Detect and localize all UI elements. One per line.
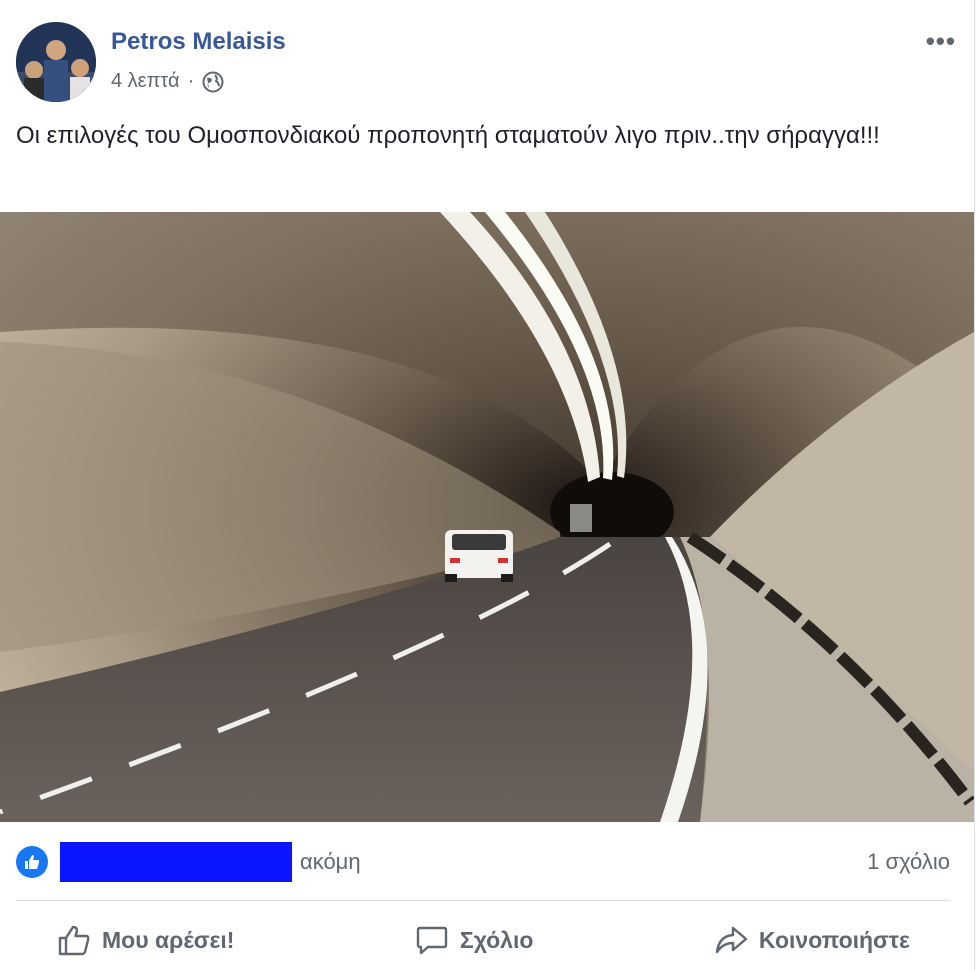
author-name[interactable]: Petros Melaisis — [111, 28, 286, 56]
share-arrow-icon — [715, 926, 748, 954]
share-button[interactable]: Κοινοποιήστε — [673, 922, 950, 958]
meta-separator: · — [187, 70, 195, 92]
post-text: Οι επιλογές του Ομοσπονδιακού προπονητή … — [16, 122, 880, 149]
post-time[interactable]: 4 λεπτά — [111, 70, 180, 93]
reactions-bar: ακόμη 1 σχόλιο — [16, 838, 950, 886]
comment-label: Σχόλιο — [459, 926, 534, 953]
post-photo-tunnel[interactable] — [0, 212, 974, 822]
post-actions: Μου αρέσει! Σχόλιο Κοινοποιήστε — [16, 912, 950, 968]
reactions-more-text[interactable]: ακόμη — [300, 849, 361, 875]
avatar[interactable] — [16, 22, 96, 102]
share-label: Κοινοποιήστε — [758, 926, 910, 953]
like-label: Μου αρέσει! — [102, 926, 235, 953]
comment-button[interactable]: Σχόλιο — [374, 922, 574, 958]
post-card: Petros Melaisis 4 λεπτά · ••• Οι επιλογέ… — [0, 0, 975, 970]
redacted-reactors — [60, 842, 292, 882]
globe-icon[interactable] — [202, 71, 224, 93]
divider — [16, 900, 950, 901]
more-options-button[interactable]: ••• — [926, 26, 956, 57]
comment-bubble-icon — [416, 926, 448, 955]
like-button[interactable]: Μου αρέσει! — [16, 922, 274, 958]
thumbs-up-outline-icon — [58, 925, 90, 956]
post-meta: 4 λεπτά · — [111, 70, 224, 93]
post-header: Petros Melaisis 4 λεπτά · ••• — [16, 22, 974, 102]
comments-count[interactable]: 1 σχόλιο — [867, 849, 950, 875]
thumbs-up-icon[interactable] — [16, 846, 48, 878]
